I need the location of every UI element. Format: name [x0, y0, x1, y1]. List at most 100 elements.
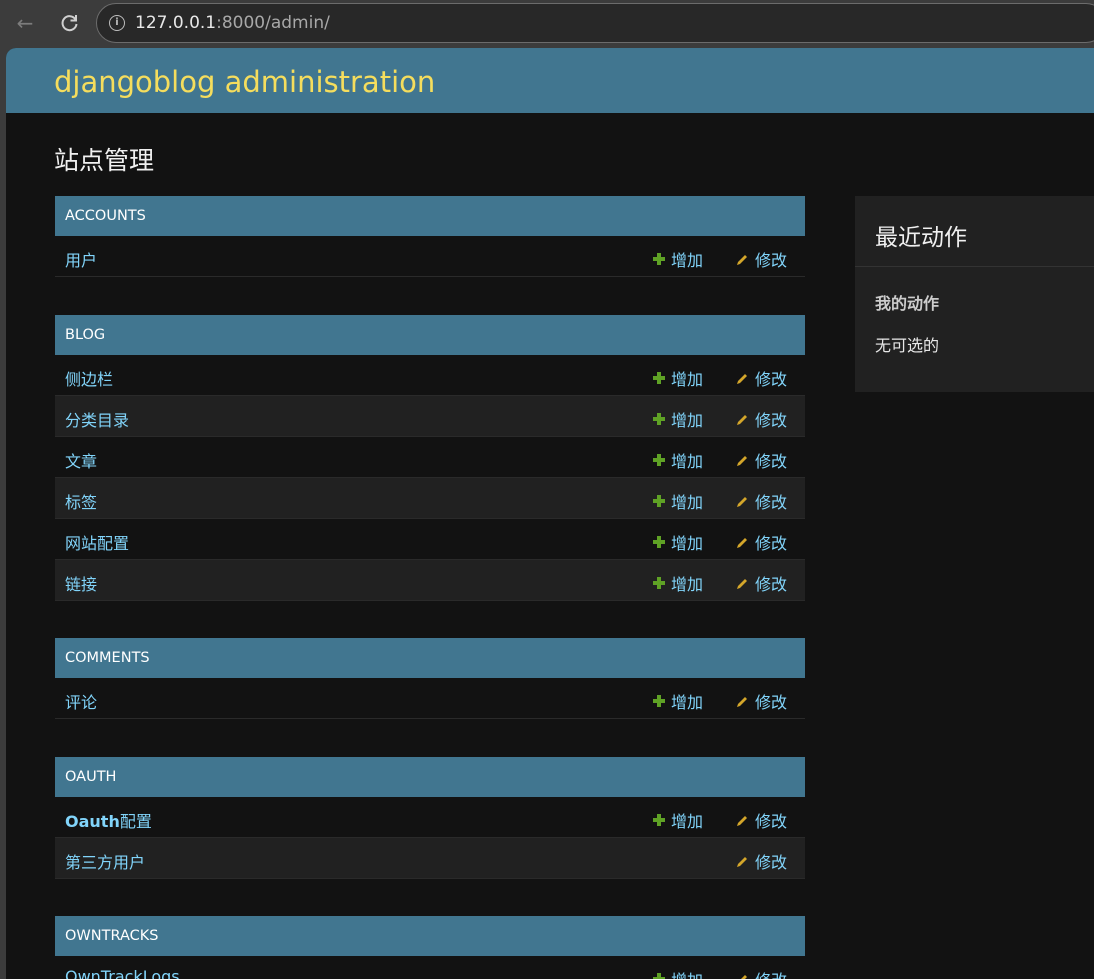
pencil-icon — [737, 374, 747, 384]
recent-actions-panel: 最近动作 我的动作 无可选的 — [855, 196, 1094, 392]
add-link[interactable]: 增加 — [653, 448, 703, 472]
back-arrow-icon[interactable]: ← — [11, 9, 39, 37]
model-link-site-config[interactable]: 网站配置 — [65, 530, 129, 554]
change-link[interactable]: 修改 — [735, 448, 787, 472]
divider — [855, 266, 1094, 267]
pencil-icon — [737, 857, 747, 867]
add-label: 增加 — [671, 251, 704, 270]
model-link-links[interactable]: 链接 — [65, 571, 97, 595]
table-row: 链接 增加 修改 — [55, 560, 805, 601]
change-label: 修改 — [755, 251, 788, 270]
module-caption[interactable]: BLOG — [55, 315, 805, 355]
pencil-icon — [737, 697, 747, 707]
change-link[interactable]: 修改 — [735, 967, 787, 979]
table-row: 标签 增加 修改 — [55, 478, 805, 519]
change-label: 修改 — [755, 812, 788, 831]
plus-icon — [653, 695, 665, 707]
add-link[interactable]: 增加 — [653, 247, 703, 271]
add-link[interactable]: 增加 — [653, 489, 703, 513]
pencil-icon — [741, 975, 747, 979]
pencil-icon — [737, 538, 747, 548]
add-link[interactable]: 增加 — [653, 689, 703, 713]
change-label: 修改 — [755, 370, 788, 389]
model-link-owntracklogs[interactable]: OwnTrackLogs — [65, 967, 180, 979]
table-row: 第三方用户 修改 — [55, 838, 805, 879]
site-name-link[interactable]: djangoblog administration — [54, 65, 435, 99]
table-row: 侧边栏 增加 修改 — [55, 355, 805, 396]
module-caption[interactable]: OAUTH — [55, 757, 805, 797]
add-label: 增加 — [671, 493, 704, 512]
add-label: 增加 — [671, 971, 703, 979]
plus-icon — [653, 413, 665, 425]
add-link[interactable]: 增加 — [653, 967, 703, 979]
model-link-users[interactable]: 用户 — [65, 247, 97, 271]
pencil-icon — [737, 579, 747, 589]
model-link-tag[interactable]: 标签 — [65, 489, 97, 513]
add-label: 增加 — [671, 693, 704, 712]
model-link-rest: 配置 — [119, 812, 152, 831]
table-row: 用户 增加 修改 — [55, 236, 805, 277]
model-link-third-party-users[interactable]: 第三方用户 — [65, 849, 145, 873]
plus-icon — [653, 372, 665, 384]
add-link[interactable]: 增加 — [653, 571, 703, 595]
pencil-icon — [737, 816, 747, 826]
add-link[interactable]: 增加 — [653, 808, 703, 832]
add-label: 增加 — [671, 534, 704, 553]
model-link-comments[interactable]: 评论 — [65, 689, 97, 713]
pencil-icon — [737, 255, 747, 265]
table-row: 评论 增加 修改 — [55, 678, 805, 719]
change-link[interactable]: 修改 — [735, 571, 787, 595]
change-label: 修改 — [755, 452, 788, 471]
module-caption[interactable]: COMMENTS — [55, 638, 805, 678]
change-label: 修改 — [755, 853, 788, 872]
table-row: 分类目录 增加 修改 — [55, 396, 805, 437]
browser-toolbar: ← i 127.0.0.1:8000/admin/ — [0, 0, 1094, 46]
add-link[interactable]: 增加 — [653, 366, 703, 390]
change-link[interactable]: 修改 — [735, 689, 787, 713]
module-caption[interactable]: ACCOUNTS — [55, 196, 805, 236]
module-caption[interactable]: OWNTRACKS — [55, 916, 805, 956]
none-available-text: 无可选的 — [875, 336, 940, 355]
add-label: 增加 — [671, 452, 704, 471]
reload-icon[interactable] — [56, 9, 84, 37]
plus-icon — [653, 577, 665, 589]
url-text: 127.0.0.1:8000/admin/ — [135, 13, 330, 33]
model-link-oauth-config[interactable]: Oauth配置 — [65, 808, 152, 832]
change-link[interactable]: 修改 — [735, 849, 787, 873]
module-comments: COMMENTS 评论 增加 修改 — [55, 638, 805, 719]
change-link[interactable]: 修改 — [735, 808, 787, 832]
change-label: 修改 — [755, 693, 788, 712]
model-link-category[interactable]: 分类目录 — [65, 407, 129, 431]
table-row: Oauth配置 增加 修改 — [55, 797, 805, 838]
change-link[interactable]: 修改 — [735, 366, 787, 390]
admin-page: djangoblog administration 站点管理 ACCOUNTS … — [6, 48, 1094, 979]
url-host: 127.0.0.1 — [135, 13, 217, 33]
table-row: OwnTrackLogs 增加 修改 — [55, 956, 805, 979]
pencil-icon — [737, 415, 747, 425]
plus-icon — [653, 973, 665, 979]
change-link[interactable]: 修改 — [735, 489, 787, 513]
site-info-icon[interactable]: i — [109, 15, 125, 31]
plus-icon — [653, 253, 665, 265]
address-bar[interactable]: i 127.0.0.1:8000/admin/ — [96, 3, 1094, 43]
plus-icon — [653, 495, 665, 507]
change-link[interactable]: 修改 — [735, 247, 787, 271]
pencil-icon — [737, 456, 747, 466]
pencil-icon — [737, 497, 747, 507]
add-label: 增加 — [671, 370, 704, 389]
module-accounts: ACCOUNTS 用户 增加 修改 — [55, 196, 805, 277]
plus-icon — [653, 454, 665, 466]
change-link[interactable]: 修改 — [735, 407, 787, 431]
my-actions-heading: 我的动作 — [875, 294, 940, 313]
add-link[interactable]: 增加 — [653, 407, 703, 431]
module-oauth: OAUTH Oauth配置 增加 修改 第三方用户 修改 — [55, 757, 805, 879]
table-row: 网站配置 增加 修改 — [55, 519, 805, 560]
change-label: 修改 — [755, 971, 787, 979]
change-link[interactable]: 修改 — [735, 530, 787, 554]
plus-icon — [653, 814, 665, 826]
add-link[interactable]: 增加 — [653, 530, 703, 554]
change-label: 修改 — [755, 534, 788, 553]
model-link-sidebar[interactable]: 侧边栏 — [65, 366, 113, 390]
model-link-article[interactable]: 文章 — [65, 448, 97, 472]
change-label: 修改 — [755, 493, 788, 512]
